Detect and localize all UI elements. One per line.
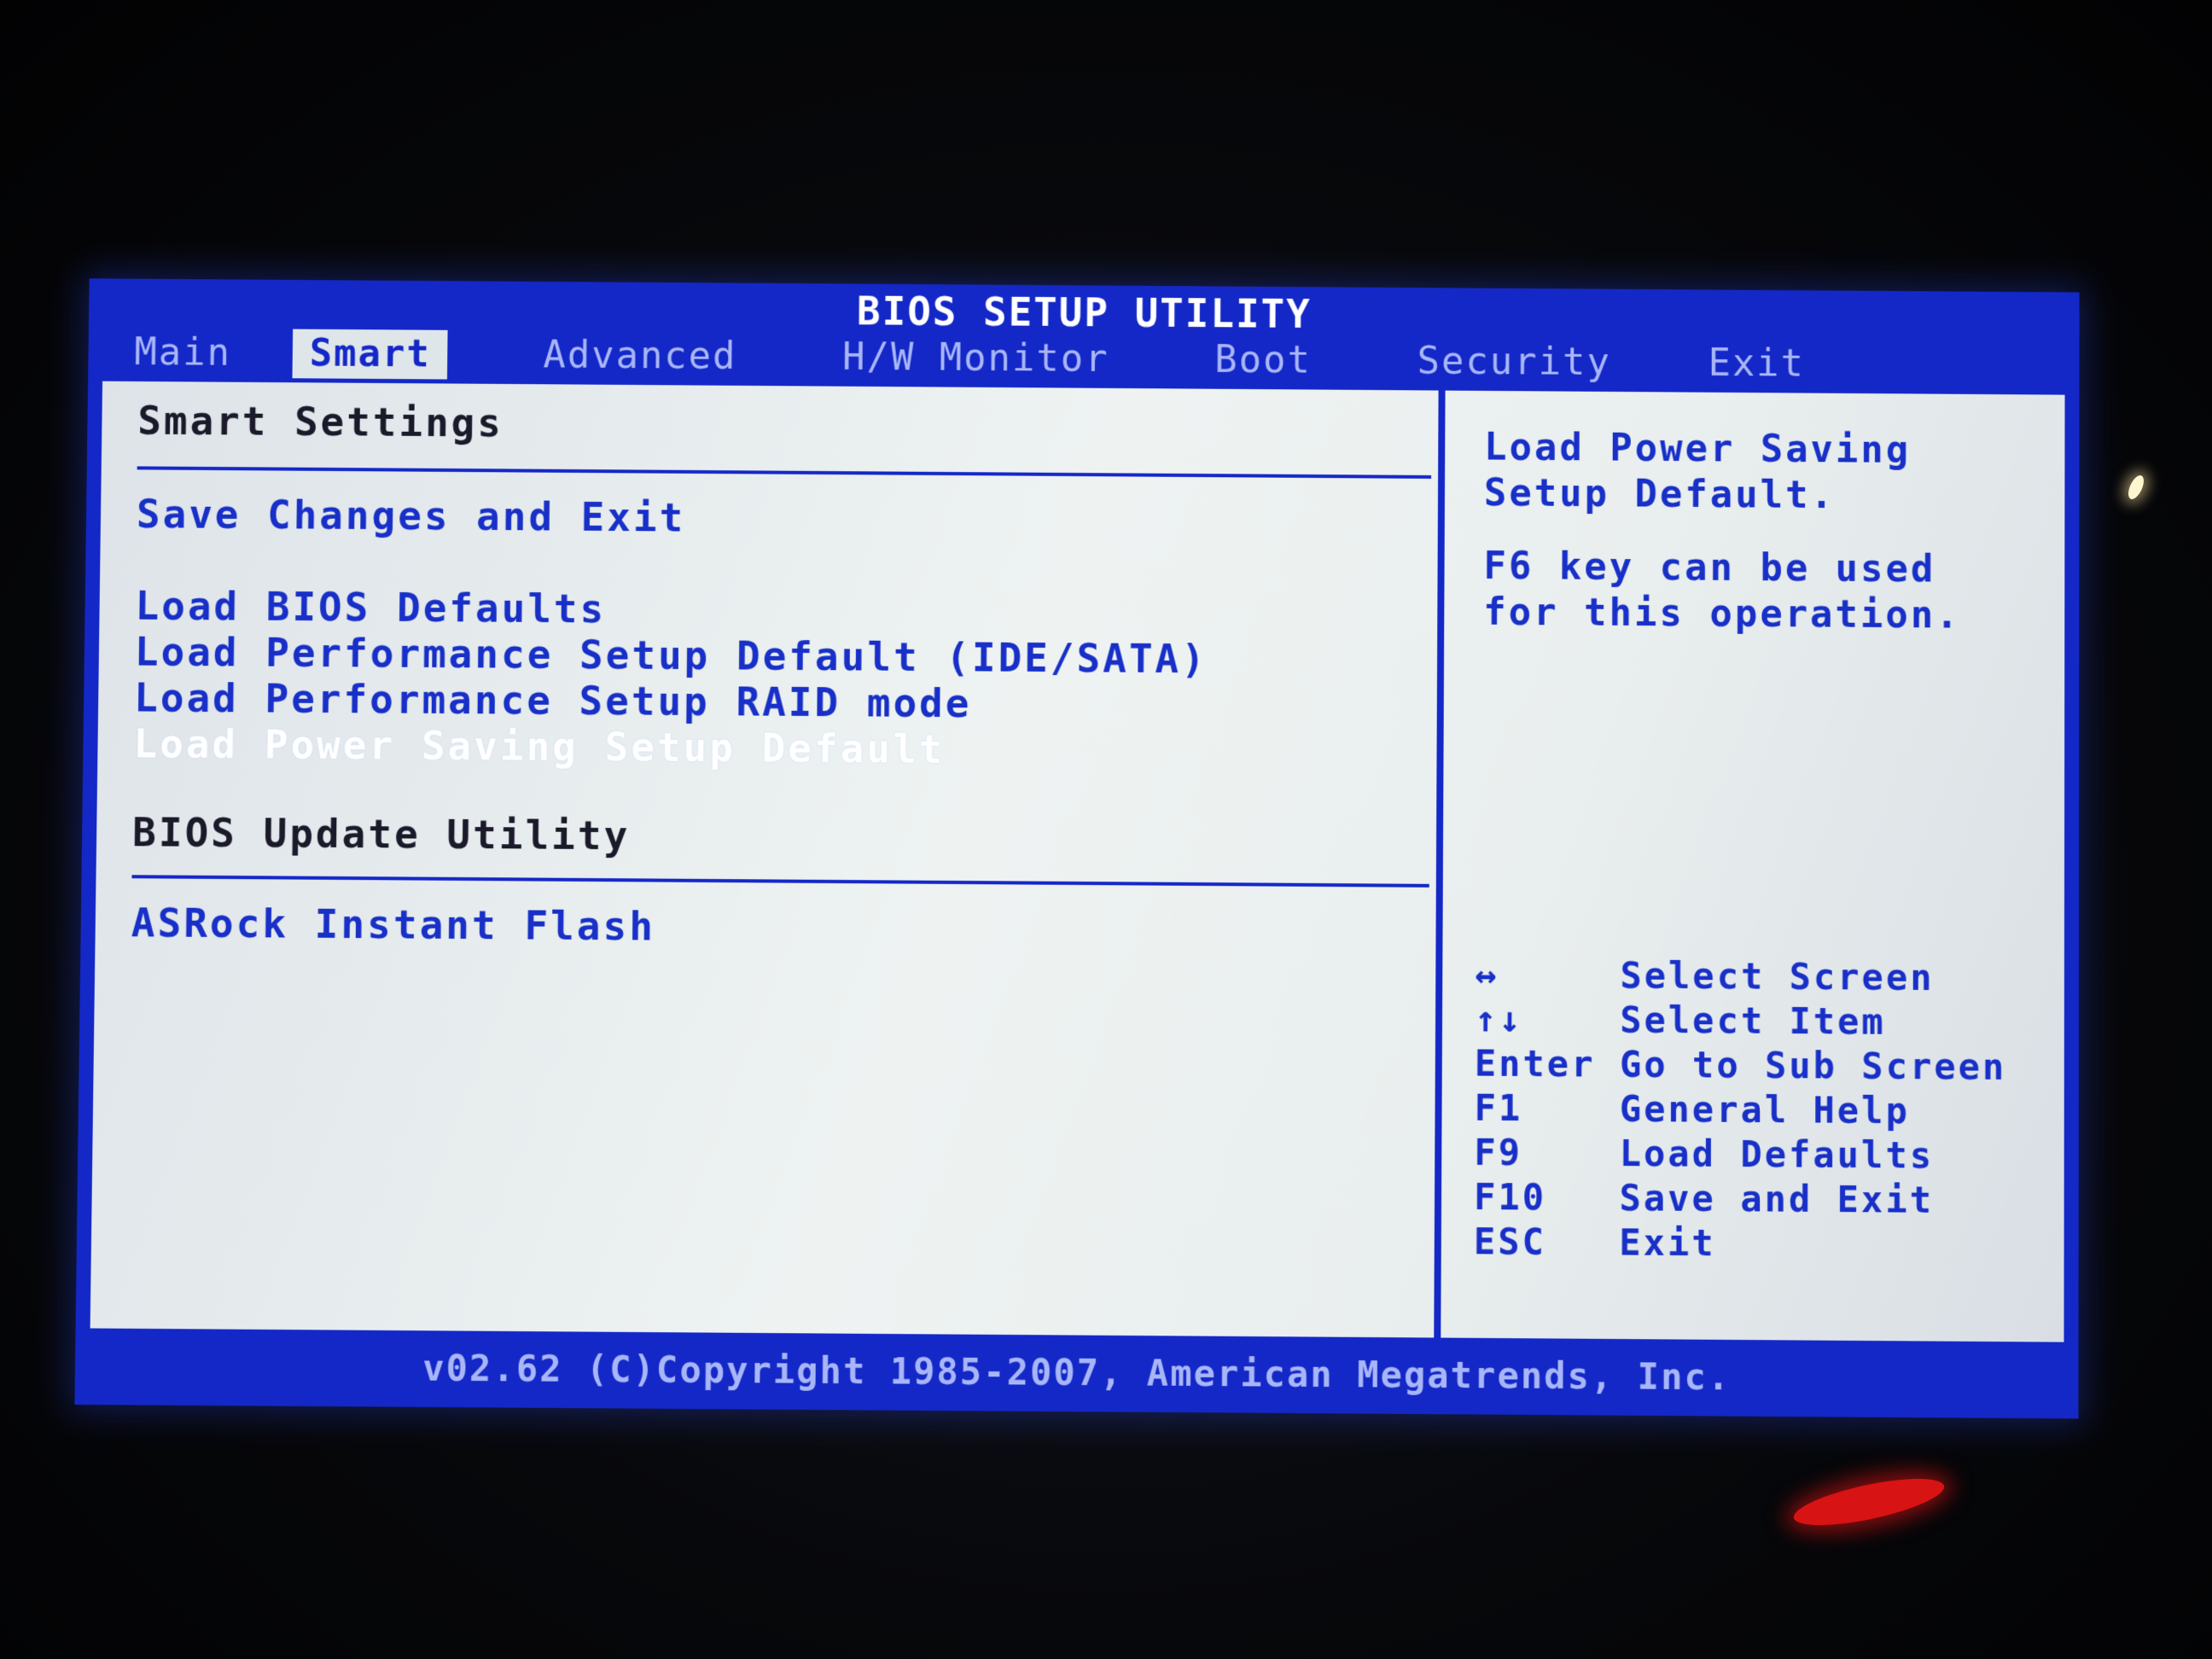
key-label: F9 — [1474, 1131, 1523, 1174]
key-label: F1 — [1474, 1086, 1523, 1130]
tab-exit[interactable]: Exit — [1691, 339, 1822, 389]
key-label: Enter — [1474, 1042, 1596, 1086]
key-action: Go to Sub Screen — [1619, 1043, 2007, 1088]
content-area: Smart Settings Save Changes and Exit Loa… — [85, 376, 2069, 1347]
tab-smart[interactable]: Smart — [292, 329, 448, 380]
key-action: Load Defaults — [1619, 1132, 1935, 1177]
key-label: ESC — [1473, 1220, 1547, 1263]
key-legend-row: F10 Save and Exit — [1474, 1175, 2006, 1224]
section-title-bios-update: BIOS Update Utility — [131, 809, 631, 859]
key-action: Select Screen — [1620, 954, 1935, 999]
key-legend-row: F1 General Help — [1474, 1086, 2006, 1135]
tab-main[interactable]: Main — [117, 328, 248, 378]
divider — [137, 466, 1432, 479]
help-hint: F6 key can be used for this operation. — [1483, 544, 1961, 637]
key-label: ↔ — [1475, 953, 1499, 996]
settings-panel: Smart Settings Save Changes and Exit Loa… — [85, 376, 1443, 1342]
asrock-instant-flash-item[interactable]: ASRock Instant Flash — [131, 899, 655, 950]
key-label: ↑↓ — [1474, 998, 1523, 1040]
save-changes-exit-item[interactable]: Save Changes and Exit — [137, 490, 686, 541]
load-power-saving-item[interactable]: Load Power Saving Setup Default — [133, 719, 945, 773]
key-label: F10 — [1474, 1175, 1547, 1219]
key-legend-row: ↔ Select Screen — [1475, 952, 2006, 1000]
key-legend-row: ESC Exit — [1474, 1220, 2006, 1268]
tab-boot[interactable]: Boot — [1197, 335, 1329, 386]
section-title-smart-settings: Smart Settings — [137, 397, 504, 446]
tab-hw-monitor[interactable]: H/W Monitor — [825, 333, 1126, 384]
key-action: Save and Exit — [1619, 1177, 1935, 1221]
copyright-footer: v02.62 (C)Copyright 1985-2007, American … — [422, 1347, 1732, 1399]
bios-screen: BIOS SETUP UTILITY Main Smart Advanced H… — [74, 278, 2080, 1419]
help-description: Load Power Saving Setup Default. — [1483, 425, 1912, 518]
key-legend-row: Enter Go to Sub Screen — [1475, 1041, 2007, 1089]
help-panel: Load Power Saving Setup Default. F6 key … — [1436, 386, 2069, 1347]
load-bios-defaults-item[interactable]: Load BIOS Defaults — [135, 582, 606, 633]
key-action: Exit — [1619, 1221, 1716, 1265]
key-legend: ↔ Select Screen ↑↓ Select Item Enter Go … — [1474, 952, 2007, 1267]
load-performance-raid-item[interactable]: Load Performance Setup RAID mode — [134, 674, 972, 728]
key-action: General Help — [1619, 1087, 1910, 1132]
tab-advanced[interactable]: Advanced — [526, 330, 754, 381]
key-legend-row: ↑↓ Select Item — [1475, 997, 2006, 1045]
divider — [131, 875, 1429, 888]
key-action: Select Item — [1620, 998, 1886, 1043]
tab-security[interactable]: Security — [1400, 337, 1627, 388]
key-legend-row: F9 Load Defaults — [1474, 1131, 2006, 1179]
